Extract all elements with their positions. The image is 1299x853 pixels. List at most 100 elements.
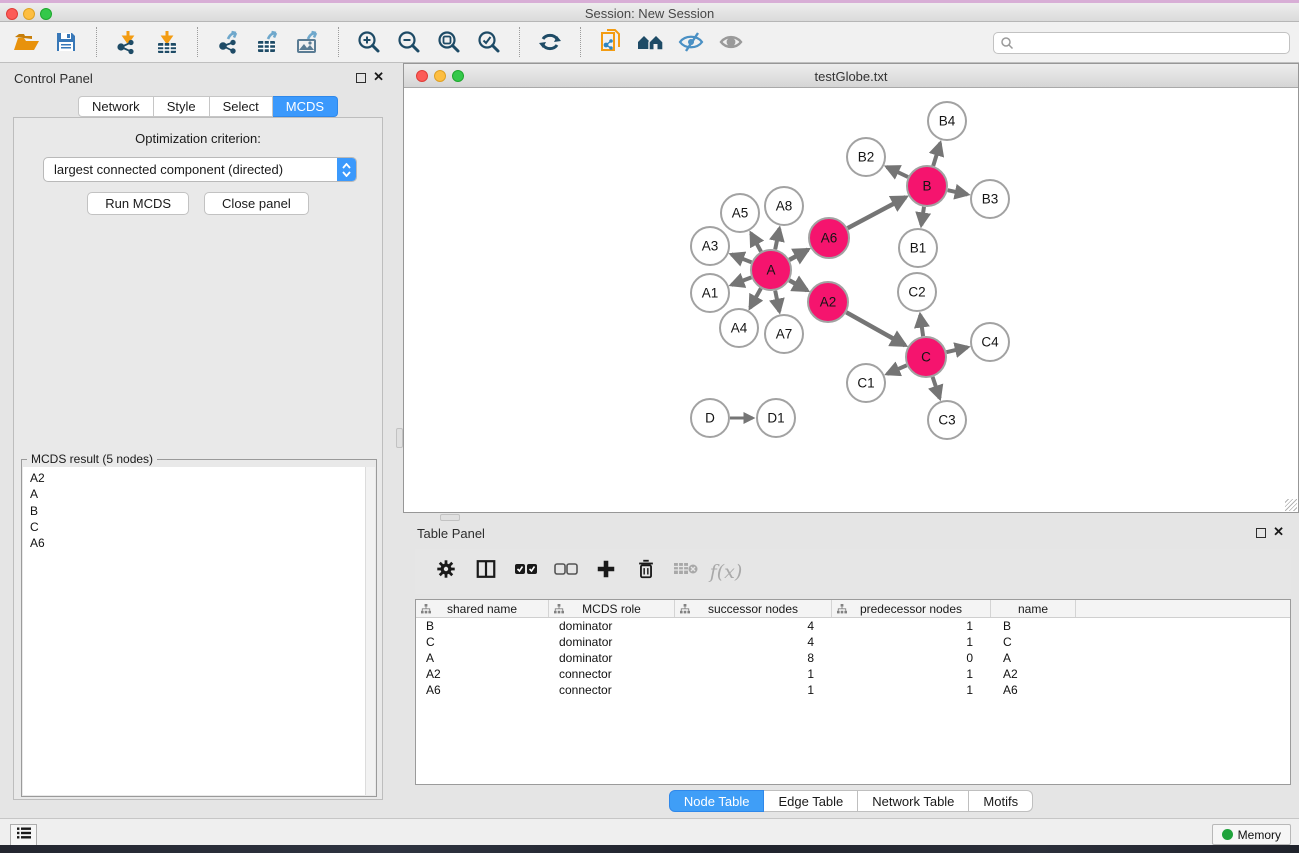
export-image-button[interactable] <box>288 25 328 59</box>
graph-node-label-B2: B2 <box>858 150 875 165</box>
show-all-networks-button[interactable] <box>631 25 671 59</box>
table-panel-tabs: Node TableEdge TableNetwork TableMotifs <box>403 790 1299 812</box>
main-toolbar <box>0 22 1299 63</box>
zoom-out-button[interactable] <box>389 25 429 59</box>
zoom-fit-icon <box>436 29 462 55</box>
criterion-dropdown[interactable]: largest connected component (directed) <box>43 157 357 182</box>
main-area: Control Panel ✕ NetworkStyleSelectMCDS O… <box>0 63 1299 818</box>
control-panel-close-icon[interactable]: ✕ <box>373 69 384 85</box>
show-columns-button[interactable] <box>473 559 499 585</box>
column-header-successor-nodes[interactable]: successor nodes <box>675 600 832 617</box>
column-header-predecessor-nodes[interactable]: predecessor nodes <box>832 600 991 617</box>
delete-table-icon <box>673 560 699 583</box>
control-panel-float-icon[interactable] <box>356 73 366 83</box>
graph-node-label-A7: A7 <box>776 327 793 342</box>
column-header-shared-name[interactable]: shared name <box>416 600 549 617</box>
table-row[interactable]: A2connector11A2 <box>416 666 1290 682</box>
import-network-icon <box>114 29 140 55</box>
table-panel-float-icon[interactable] <box>1256 528 1266 538</box>
edge-A-A5 <box>751 233 761 251</box>
trash-icon <box>635 558 657 585</box>
deselect-all-checks-button[interactable] <box>553 559 579 585</box>
import-table-button[interactable] <box>147 25 187 59</box>
zoom-selected-button[interactable] <box>469 25 509 59</box>
memory-button[interactable]: Memory <box>1212 824 1291 845</box>
tab-network[interactable]: Network <box>78 96 154 117</box>
table-panel: Table Panel ✕ <box>403 520 1299 816</box>
table-panel-title: Table Panel <box>417 526 485 541</box>
control-panel: Control Panel ✕ NetworkStyleSelectMCDS O… <box>0 63 395 818</box>
tab-edge-table[interactable]: Edge Table <box>764 790 858 812</box>
save-floppy-icon <box>54 30 78 54</box>
tab-style[interactable]: Style <box>154 96 210 117</box>
table-row[interactable]: Adominator80A <box>416 650 1290 666</box>
mcds-result-scrollbar[interactable] <box>365 467 375 795</box>
graph-node-label-B: B <box>922 179 931 194</box>
delete-table-button[interactable] <box>673 559 699 585</box>
mcds-result-item[interactable]: B <box>30 503 365 519</box>
close-panel-button[interactable]: Close panel <box>204 192 309 215</box>
export-network-button[interactable] <box>208 25 248 59</box>
function-builder-button[interactable]: f(x) <box>713 559 739 585</box>
tab-select[interactable]: Select <box>210 96 273 117</box>
mcds-result-box: MCDS result (5 nodes) A2ABCA6 <box>21 459 377 797</box>
cell-predecessor-nodes: 1 <box>832 634 991 650</box>
select-all-checks-button[interactable] <box>513 559 539 585</box>
column-header-filler <box>1076 600 1290 617</box>
search-input[interactable] <box>993 32 1290 54</box>
open-session-button[interactable] <box>6 25 46 59</box>
edge-A6-B <box>848 197 906 228</box>
refresh-layout-button[interactable] <box>530 25 570 59</box>
graph-node-label-C: C <box>921 350 931 365</box>
table-header-row: shared nameMCDS rolesuccessor nodesprede… <box>416 600 1290 618</box>
hide-selected-button[interactable] <box>671 25 711 59</box>
table-body: Bdominator41BCdominator41CAdominator80AA… <box>416 618 1290 698</box>
tab-mcds[interactable]: MCDS <box>273 96 338 117</box>
run-mcds-button[interactable]: Run MCDS <box>87 192 189 215</box>
add-row-button[interactable] <box>593 559 619 585</box>
cell-shared-name: A2 <box>416 666 549 682</box>
tab-node-table[interactable]: Node Table <box>669 790 765 812</box>
network-window-title: testGlobe.txt <box>404 69 1298 84</box>
cell-successor-nodes: 1 <box>675 666 832 682</box>
column-header-name[interactable]: name <box>991 600 1076 617</box>
task-history-button[interactable] <box>10 824 37 846</box>
node-table[interactable]: shared nameMCDS rolesuccessor nodesprede… <box>415 599 1291 785</box>
network-canvas[interactable]: AA1A2A3A4A5A6A7A8BB1B2B3B4CC1C2C3C4DD1 <box>404 88 1298 512</box>
clone-network-icon <box>598 28 624 56</box>
mcds-result-item[interactable]: A <box>30 486 365 502</box>
open-folder-icon <box>12 30 40 54</box>
delete-rows-button[interactable] <box>633 559 659 585</box>
vertical-splitter-handle[interactable] <box>396 428 403 448</box>
columns-icon <box>475 558 497 585</box>
import-network-button[interactable] <box>107 25 147 59</box>
table-row[interactable]: A6connector11A6 <box>416 682 1290 698</box>
tab-motifs[interactable]: Motifs <box>969 790 1033 812</box>
column-header-MCDS-role[interactable]: MCDS role <box>549 600 675 617</box>
mcds-result-list[interactable]: A2ABCA6 <box>23 467 365 795</box>
network-graph-svg: AA1A2A3A4A5A6A7A8BB1B2B3B4CC1C2C3C4DD1 <box>404 88 1298 512</box>
network-window-resize-grip[interactable] <box>1285 499 1297 511</box>
clone-network-button[interactable] <box>591 25 631 59</box>
plus-icon <box>595 558 617 585</box>
zoom-in-button[interactable] <box>349 25 389 59</box>
save-session-button[interactable] <box>46 25 86 59</box>
mcds-result-item[interactable]: A2 <box>30 470 365 486</box>
show-hidden-button[interactable] <box>711 25 751 59</box>
graph-node-label-A2: A2 <box>820 295 837 310</box>
edge-A-A3 <box>731 254 751 262</box>
graph-node-label-A8: A8 <box>776 199 793 214</box>
mcds-result-item[interactable]: A6 <box>30 535 365 551</box>
zoom-fit-button[interactable] <box>429 25 469 59</box>
network-window-titlebar[interactable]: testGlobe.txt <box>404 64 1298 88</box>
table-row[interactable]: Cdominator41C <box>416 634 1290 650</box>
table-panel-close-icon[interactable]: ✕ <box>1273 524 1284 540</box>
mcds-button-row: Run MCDS Close panel <box>14 192 382 215</box>
table-row[interactable]: Bdominator41B <box>416 618 1290 634</box>
criterion-dropdown-value: largest connected component (directed) <box>44 162 337 177</box>
app-title: Session: New Session <box>0 6 1299 21</box>
export-table-button[interactable] <box>248 25 288 59</box>
mcds-result-item[interactable]: C <box>30 519 365 535</box>
tab-network-table[interactable]: Network Table <box>858 790 969 812</box>
table-options-button[interactable] <box>433 559 459 585</box>
